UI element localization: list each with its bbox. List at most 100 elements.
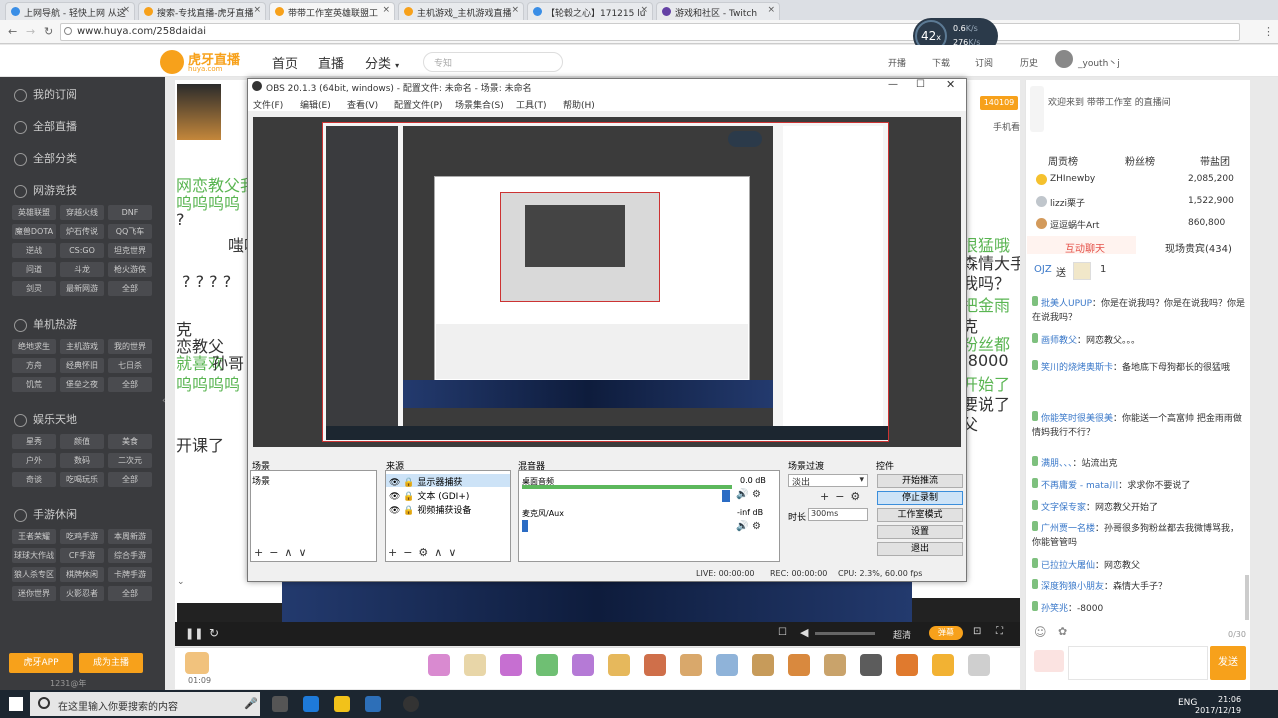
- browser-tab-1[interactable]: 搜索-专找直播-虎牙直播 ×: [138, 2, 266, 20]
- sidebar-tag[interactable]: 剑灵: [12, 281, 56, 296]
- fullscreen-icon[interactable]: ⛶: [996, 626, 1003, 637]
- gift-item-icon[interactable]: [788, 654, 810, 676]
- maximize-icon[interactable]: ☐: [916, 79, 925, 90]
- volume-fader-mic[interactable]: [522, 520, 528, 532]
- gift-item-icon[interactable]: [896, 654, 918, 676]
- sidebar-tag[interactable]: 卡牌手游: [108, 567, 152, 582]
- sidebar-tag[interactable]: 穿越火线: [60, 205, 104, 220]
- obs-menu-item[interactable]: 文件(F): [253, 98, 283, 111]
- transition-toolbar[interactable]: +−⚙: [820, 490, 866, 503]
- sidebar-tag[interactable]: 棋牌休闲: [60, 567, 104, 582]
- barrage-toggle[interactable]: 弹幕: [929, 626, 963, 640]
- danmu-toggle-icon[interactable]: ⌄: [177, 577, 185, 587]
- speaker-icon[interactable]: 🔊: [736, 521, 748, 532]
- scene-toolbar[interactable]: +−∧∨: [254, 546, 313, 559]
- url-field[interactable]: www.huya.com/258daidai: [60, 23, 1240, 41]
- sidebar-tag[interactable]: 堡垒之夜: [60, 377, 104, 392]
- close-icon[interactable]: ×: [253, 5, 261, 15]
- chat-username[interactable]: 不再庸爱 - mata川: [1041, 481, 1118, 491]
- taskbar-search[interactable]: 在这里输入你要搜索的内容: [30, 692, 260, 716]
- reload-icon[interactable]: ↻: [44, 25, 53, 38]
- gift-item-icon[interactable]: [428, 654, 450, 676]
- close-icon[interactable]: ×: [511, 5, 519, 15]
- mic-icon[interactable]: 🎤: [244, 697, 258, 710]
- sidebar-tag[interactable]: 绝地求生: [12, 339, 56, 354]
- quality-selector[interactable]: 超清: [893, 628, 911, 641]
- sidebar-tag[interactable]: 综合手游: [108, 548, 152, 563]
- sidebar-tag[interactable]: 美食: [108, 434, 152, 449]
- sidebar-item-subscriptions[interactable]: 我的订阅: [14, 86, 77, 102]
- sidebar-tag[interactable]: 坦克世界: [108, 243, 152, 258]
- app-button[interactable]: 虎牙APP: [9, 653, 73, 673]
- streamer-avatar[interactable]: [177, 84, 221, 140]
- file-explorer-icon[interactable]: [334, 696, 350, 712]
- gift-item-icon[interactable]: [608, 654, 630, 676]
- source-item-video[interactable]: 👁 🔒 视频捕获设备: [389, 503, 471, 516]
- avatar[interactable]: [1055, 50, 1073, 68]
- sidebar-tag[interactable]: 本周新游: [108, 529, 152, 544]
- gift-item-icon[interactable]: [752, 654, 774, 676]
- sidebar-tag[interactable]: 魔兽DOTA: [12, 224, 56, 239]
- chat-input[interactable]: [1068, 646, 1208, 680]
- source-item-text[interactable]: 👁 🔒 文本 (GDI+): [389, 489, 469, 502]
- sidebar-tag[interactable]: 颜值: [60, 434, 104, 449]
- sidebar-collapse-icon[interactable]: ‹: [162, 396, 166, 406]
- gift-item-icon[interactable]: [968, 654, 990, 676]
- sidebar-tag[interactable]: 问道: [12, 262, 56, 277]
- obs-menu-item[interactable]: 查看(V): [347, 98, 378, 111]
- sidebar-tag[interactable]: 英雄联盟: [12, 205, 56, 220]
- sidebar-tag[interactable]: 狼人杀专区: [12, 567, 56, 582]
- page-info-icon[interactable]: [64, 27, 72, 35]
- browser-tab-3[interactable]: 主机游戏_主机游戏直播 ×: [398, 2, 524, 20]
- sidebar-tag[interactable]: 二次元: [108, 453, 152, 468]
- tab-weekly-rank[interactable]: 周贡榜: [1048, 153, 1078, 168]
- gift-item-icon[interactable]: [716, 654, 738, 676]
- chat-username[interactable]: 批美人UPUP: [1041, 299, 1092, 309]
- nav-category[interactable]: 分类 ▾: [365, 53, 399, 72]
- sidebar-tag[interactable]: CF手游: [60, 548, 104, 563]
- duration-input[interactable]: 300ms: [808, 508, 868, 521]
- fan-badge-icon[interactable]: ✿: [1058, 625, 1067, 638]
- windows-start-icon[interactable]: [9, 697, 23, 711]
- sidebar-tag[interactable]: QQ飞车: [108, 224, 152, 239]
- sidebar-tag[interactable]: 球球大作战: [12, 548, 56, 563]
- sidebar-tag[interactable]: 迷你世界: [12, 586, 56, 601]
- sidebar-section-entertainment[interactable]: 娱乐天地: [14, 411, 77, 427]
- gift-item-icon[interactable]: [932, 654, 954, 676]
- browser-tab-4[interactable]: 【轮毂之心】171215 lu ×: [527, 2, 653, 20]
- treasure-chest-icon[interactable]: [185, 652, 209, 674]
- subscribe-link[interactable]: 订阅: [975, 56, 993, 69]
- gift-item-icon[interactable]: [464, 654, 486, 676]
- source-toolbar[interactable]: +−⚙∧∨: [388, 546, 462, 559]
- sidebar-tag[interactable]: 全部: [108, 472, 152, 487]
- tab-interactive-chat[interactable]: 互动聊天: [1065, 240, 1105, 255]
- settings-button[interactable]: 设置: [877, 525, 963, 539]
- site-search-input[interactable]: 专知: [423, 52, 563, 72]
- sidebar-tag[interactable]: 方舟: [12, 358, 56, 373]
- sidebar-tag[interactable]: 炉石传说: [60, 224, 104, 239]
- close-icon[interactable]: ×: [122, 5, 130, 15]
- sidebar-tag[interactable]: CS:GO: [60, 243, 104, 258]
- chat-username[interactable]: 文字保专家: [1041, 503, 1086, 513]
- sidebar-tag[interactable]: 斗龙: [60, 262, 104, 277]
- tab-fans-rank[interactable]: 粉丝榜: [1125, 153, 1155, 168]
- browser-tab-5[interactable]: 游戏和社区 - Twitch ×: [656, 2, 780, 20]
- gift-item-icon[interactable]: [572, 654, 594, 676]
- sidebar-tag[interactable]: 主机游戏: [60, 339, 104, 354]
- sidebar-tag[interactable]: 全部: [108, 586, 152, 601]
- taskbar-clock[interactable]: 21:06 2017/12/19: [1195, 694, 1241, 716]
- obs-taskbar-icon[interactable]: [403, 696, 419, 712]
- exit-button[interactable]: 退出: [877, 542, 963, 556]
- chat-username[interactable]: 已拉拉大屠仙: [1041, 561, 1095, 571]
- obs-menu-item[interactable]: 配置文件(P): [394, 98, 442, 111]
- forward-icon[interactable]: →: [26, 25, 35, 38]
- sidebar-tag[interactable]: 数码: [60, 453, 104, 468]
- theater-mode-icon[interactable]: ⊡: [973, 626, 981, 637]
- chat-username[interactable]: 笑川的烧烤奥斯卡: [1041, 363, 1113, 373]
- steam-icon[interactable]: [365, 696, 381, 712]
- back-icon[interactable]: ←: [8, 25, 17, 38]
- sidebar-section-mobile[interactable]: 手游休闲: [14, 506, 77, 522]
- sidebar-tag[interactable]: 奇谈: [12, 472, 56, 487]
- studio-mode-button[interactable]: 工作室模式: [877, 508, 963, 522]
- sidebar-tag[interactable]: 王者荣耀: [12, 529, 56, 544]
